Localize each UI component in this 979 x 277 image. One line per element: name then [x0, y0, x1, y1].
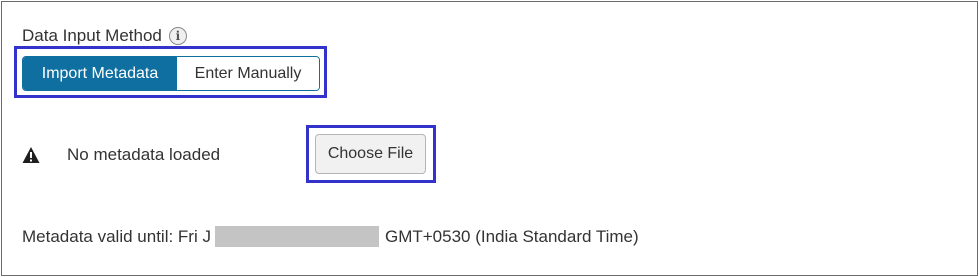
metadata-status-text: No metadata loaded [67, 145, 221, 164]
metadata-validity: Metadata valid until: Fri J GMT+0530 (In… [22, 226, 639, 247]
enter-manually-button[interactable]: Enter Manually [177, 57, 319, 90]
choose-file-button[interactable]: Choose File [315, 134, 426, 174]
input-method-toggle: Import Metadata Enter Manually [22, 56, 320, 91]
validity-suffix: GMT+0530 (India Standard Time) [384, 226, 639, 246]
data-input-method-label: Data Input Method i [22, 26, 187, 46]
validity-prefix: Metadata valid until: Fri J [22, 226, 211, 246]
warning-icon [22, 147, 40, 163]
info-icon[interactable]: i [168, 27, 187, 45]
data-input-panel: Data Input Method i Import Metadata Ente… [1, 1, 978, 276]
import-metadata-button[interactable]: Import Metadata [23, 57, 177, 90]
metadata-status-row: No metadata loaded [22, 145, 220, 165]
data-input-method-text: Data Input Method [22, 26, 162, 45]
redacted-date [214, 226, 379, 247]
